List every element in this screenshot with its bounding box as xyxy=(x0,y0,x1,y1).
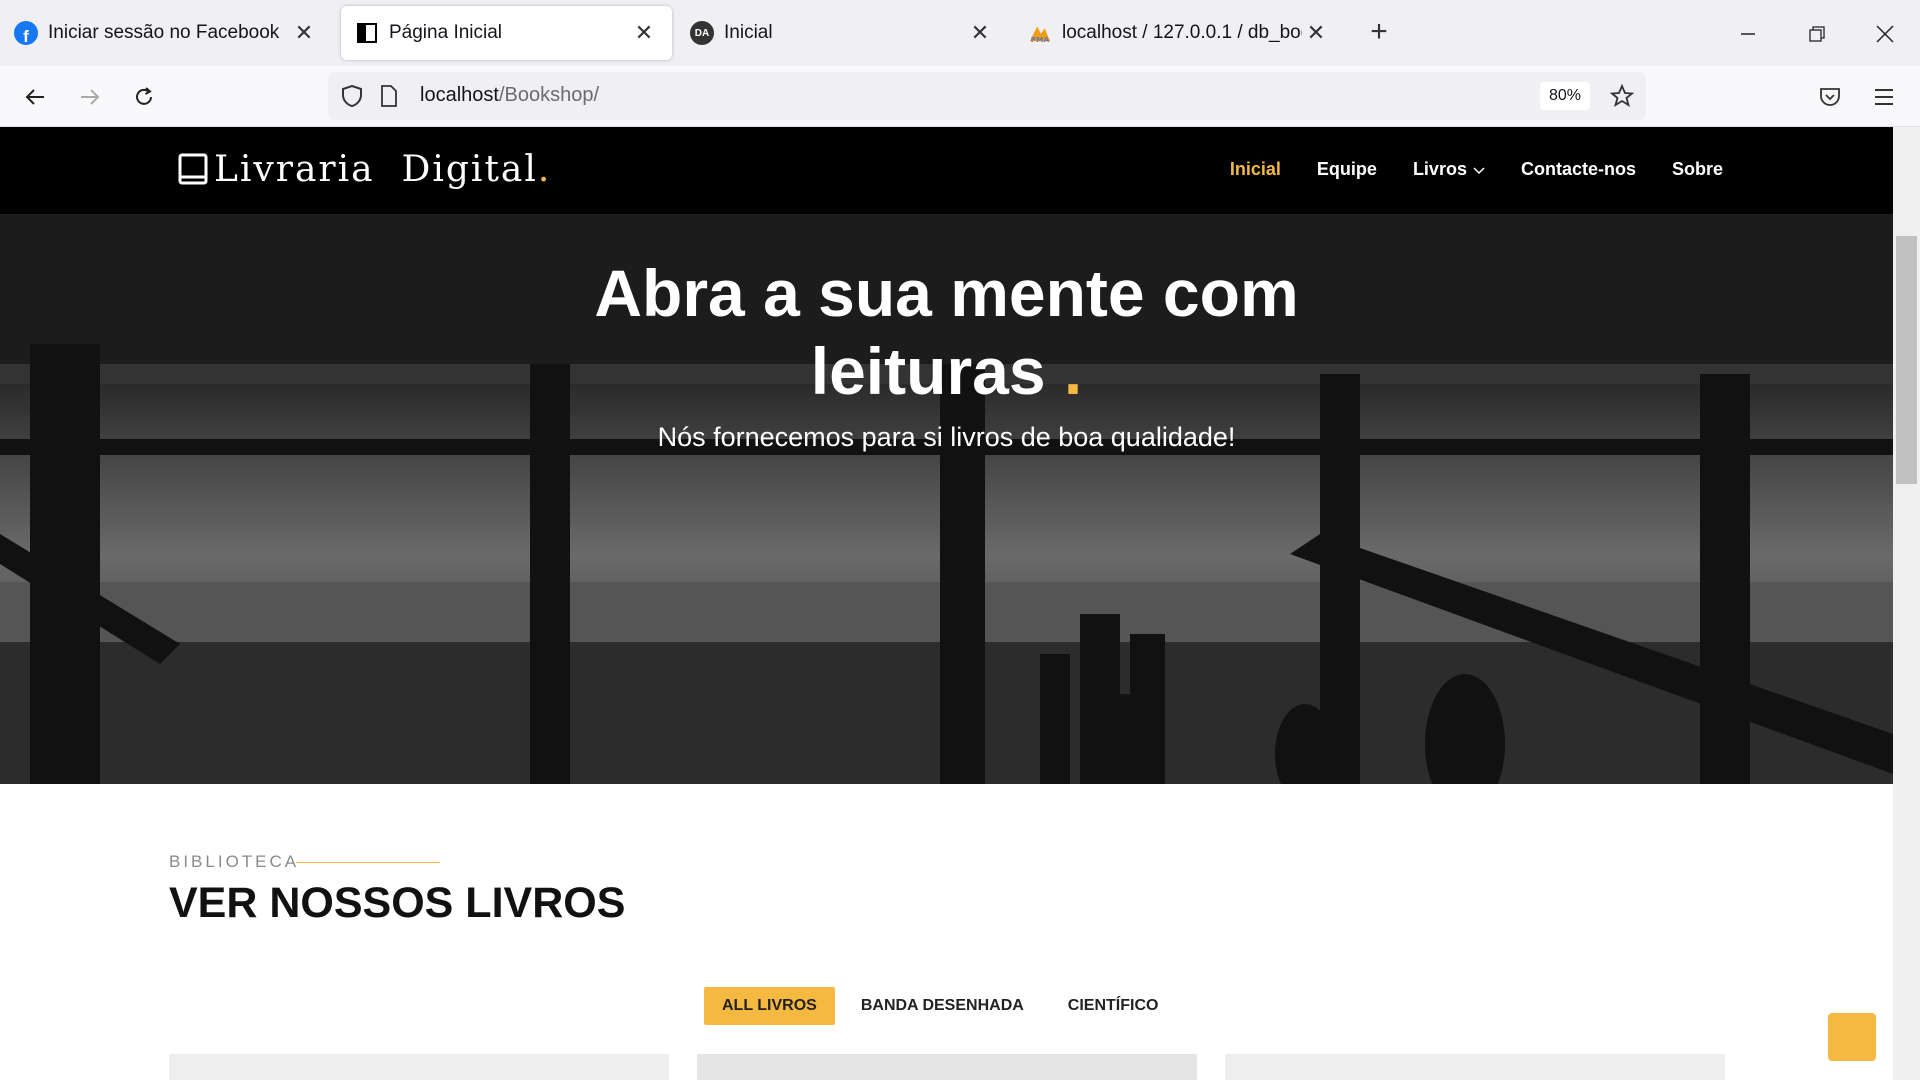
filter-all-livros[interactable]: ALL LIVROS xyxy=(704,987,835,1025)
site-logo[interactable]: Livraria Digital. xyxy=(178,149,551,190)
back-to-top-button[interactable] xyxy=(1828,1013,1876,1061)
menu-icon[interactable] xyxy=(1867,80,1901,114)
tab-label: Iniciar sessão no Facebook xyxy=(48,22,280,43)
close-icon[interactable]: ✕ xyxy=(630,19,658,47)
page-icon xyxy=(380,85,398,112)
site-header: Livraria Digital. Inicial Equipe Livros … xyxy=(0,127,1893,214)
back-button[interactable] xyxy=(18,80,52,114)
forward-button[interactable] xyxy=(73,80,107,114)
menu-item-inicial[interactable]: Inicial xyxy=(1230,159,1281,180)
tab-facebook[interactable]: f Iniciar sessão no Facebook ✕ xyxy=(0,6,332,60)
restore-button[interactable] xyxy=(1797,14,1837,54)
url-bar[interactable]: localhost/Bookshop/ 80% xyxy=(328,72,1646,120)
new-tab-button[interactable]: + xyxy=(1364,17,1394,48)
book-icon xyxy=(178,153,208,187)
menu-item-livros[interactable]: Livros xyxy=(1413,159,1485,180)
phpmyadmin-icon: PMA xyxy=(1028,21,1052,45)
logo-dot: . xyxy=(537,149,552,190)
browser-nav-bar: localhost/Bookshop/ 80% xyxy=(0,66,1920,127)
section-kicker: BIBLIOTECA xyxy=(169,852,300,871)
close-icon[interactable]: ✕ xyxy=(290,19,318,47)
menu-item-equipe[interactable]: Equipe xyxy=(1317,159,1377,180)
shield-icon[interactable] xyxy=(340,84,364,113)
kicker-line xyxy=(296,862,440,863)
menu-item-contacte-nos[interactable]: Contacte-nos xyxy=(1521,159,1636,180)
section-title: VER NOSSOS LIVROS xyxy=(169,879,626,927)
bookmark-star-icon[interactable] xyxy=(1609,83,1635,113)
tab-label: Página Inicial xyxy=(389,22,503,43)
da-icon: DA xyxy=(690,21,714,45)
main-menu: Inicial Equipe Livros Contacte-nos Sobre xyxy=(1230,159,1723,180)
tab-label: localhost / 127.0.0.1 / db_books xyxy=(1062,22,1302,43)
close-icon[interactable]: ✕ xyxy=(966,19,994,47)
close-window-button[interactable] xyxy=(1865,14,1905,54)
tab-pagina-inicial[interactable]: Página Inicial ✕ xyxy=(341,6,672,60)
book-card[interactable] xyxy=(169,1054,669,1080)
tab-label: Inicial xyxy=(724,22,773,43)
book-card[interactable] xyxy=(697,1054,1197,1080)
reload-button[interactable] xyxy=(127,80,161,114)
minimize-button[interactable] xyxy=(1728,14,1768,54)
tab-inicial[interactable]: DA Inicial ✕ xyxy=(676,6,1008,60)
logo-text: Livraria Digital xyxy=(214,149,538,190)
book-card[interactable] xyxy=(1225,1054,1725,1080)
web-page: Livraria Digital. Inicial Equipe Livros … xyxy=(0,127,1893,1080)
zoom-level[interactable]: 80% xyxy=(1540,82,1590,110)
close-icon[interactable]: ✕ xyxy=(1302,19,1330,47)
hero-title: Abra a sua mente com leituras . xyxy=(594,256,1299,408)
filter-cientifico[interactable]: CIENTÍFICO xyxy=(1050,987,1177,1025)
hero-subtitle: Nós fornecemos para si livros de boa qua… xyxy=(657,422,1236,452)
menu-item-sobre[interactable]: Sobre xyxy=(1672,159,1723,180)
book-filters: ALL LIVROS BANDA DESENHADA CIENTÍFICO xyxy=(704,987,1176,1025)
scrollbar-thumb[interactable] xyxy=(1896,236,1917,484)
browser-tab-bar: f Iniciar sessão no Facebook ✕ Página In… xyxy=(0,0,1920,66)
chevron-down-icon xyxy=(1473,159,1485,180)
filter-banda-desenhada[interactable]: BANDA DESENHADA xyxy=(843,987,1042,1025)
pocket-icon[interactable] xyxy=(1813,80,1847,114)
facebook-icon: f xyxy=(14,21,38,45)
hero-banner: Abra a sua mente com leituras . Nós forn… xyxy=(0,214,1893,784)
svg-text:PMA: PMA xyxy=(1031,35,1050,44)
url-text[interactable]: localhost/Bookshop/ xyxy=(420,84,599,107)
book-icon xyxy=(355,21,379,45)
tab-phpmyadmin[interactable]: PMA localhost / 127.0.0.1 / db_books ✕ xyxy=(1014,6,1344,60)
